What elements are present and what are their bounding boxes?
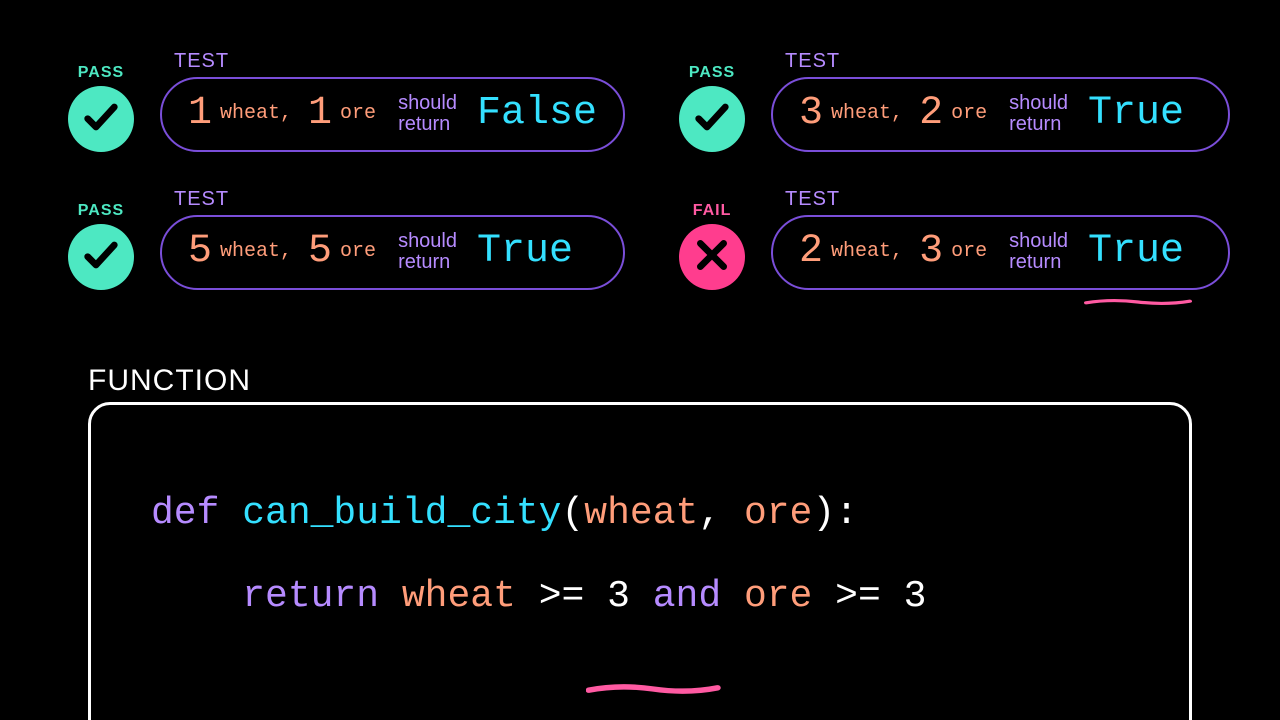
should-return-label: shouldreturn — [1009, 93, 1068, 135]
wheat-value: 3 — [799, 91, 823, 136]
function-section: FUNCTION def can_build_city(wheat, ore):… — [88, 364, 1192, 720]
wheat-value: 1 — [188, 91, 212, 136]
pass-badge — [679, 86, 745, 152]
keyword-return: return — [242, 575, 402, 618]
paren-close: ): — [812, 492, 858, 535]
ore-value: 3 — [919, 229, 943, 274]
tests-grid: PASS TEST 1 wheat, 1 ore shouldreturn — [64, 50, 1230, 290]
ore-value: 1 — [308, 91, 332, 136]
wheat-label: wheat, — [220, 240, 292, 263]
wheat-value: 5 — [188, 229, 212, 274]
wheat-value: 2 — [799, 229, 823, 274]
function-name: can_build_city — [242, 492, 561, 535]
ore-label: ore — [340, 240, 376, 263]
pass-badge — [68, 86, 134, 152]
keyword-and: and — [630, 575, 744, 618]
wheat-label: wheat, — [831, 240, 903, 263]
hand-underline-icon — [404, 623, 538, 635]
hand-underline-icon — [1084, 274, 1192, 282]
test-label: TEST — [174, 188, 625, 211]
test-case: PASS TEST 3 wheat, 2 ore shouldreturn — [675, 50, 1230, 152]
should-return-label: shouldreturn — [398, 231, 457, 273]
should-return-label: shouldreturn — [398, 93, 457, 135]
expected-value: False — [477, 91, 597, 136]
pass-badge — [68, 224, 134, 290]
test-bubble: 5 wheat, 5 ore shouldreturn True — [160, 215, 625, 290]
expected-value: True — [1088, 91, 1184, 136]
ore-label: ore — [340, 102, 376, 125]
param-ore: ore — [744, 492, 812, 535]
expected-value: True — [477, 229, 573, 274]
status-label: FAIL — [693, 202, 732, 220]
literal-3: 3 — [607, 575, 630, 618]
literal-3: 3 — [904, 575, 927, 618]
ident-wheat: wheat — [402, 575, 516, 618]
test-case: FAIL TEST 2 wheat, 3 ore shouldreturn — [675, 188, 1230, 290]
op-ge: >= — [516, 575, 607, 618]
check-icon — [81, 97, 121, 142]
test-case: PASS TEST 1 wheat, 1 ore shouldreturn — [64, 50, 625, 152]
fail-badge — [679, 224, 745, 290]
wheat-label: wheat, — [831, 102, 903, 125]
test-label: TEST — [174, 50, 625, 73]
status-label: PASS — [78, 64, 124, 82]
function-label: FUNCTION — [88, 364, 1192, 398]
test-label: TEST — [785, 50, 1230, 73]
wheat-label: wheat, — [220, 102, 292, 125]
op-ge: >= — [812, 575, 903, 618]
check-icon — [692, 97, 732, 142]
should-return-label: shouldreturn — [1009, 231, 1068, 273]
test-bubble: 2 wheat, 3 ore shouldreturn True — [771, 215, 1230, 290]
check-icon — [81, 235, 121, 280]
ident-ore: ore — [744, 575, 812, 618]
test-label: TEST — [785, 188, 1230, 211]
code-box: def can_build_city(wheat, ore): return w… — [88, 402, 1192, 720]
expected-value: True — [1088, 229, 1184, 274]
param-wheat: wheat — [584, 492, 698, 535]
status-label: PASS — [689, 64, 735, 82]
ore-value: 5 — [308, 229, 332, 274]
x-icon — [692, 235, 732, 280]
ore-value: 2 — [919, 91, 943, 136]
ore-label: ore — [951, 240, 987, 263]
keyword-def: def — [151, 492, 242, 535]
paren-open: ( — [561, 492, 584, 535]
test-case: PASS TEST 5 wheat, 5 ore shouldreturn — [64, 188, 625, 290]
status-label: PASS — [78, 202, 124, 220]
indent — [151, 575, 242, 618]
test-bubble: 1 wheat, 1 ore shouldreturn False — [160, 77, 625, 152]
test-bubble: 3 wheat, 2 ore shouldreturn True — [771, 77, 1230, 152]
comma: , — [698, 492, 744, 535]
ore-label: ore — [951, 102, 987, 125]
